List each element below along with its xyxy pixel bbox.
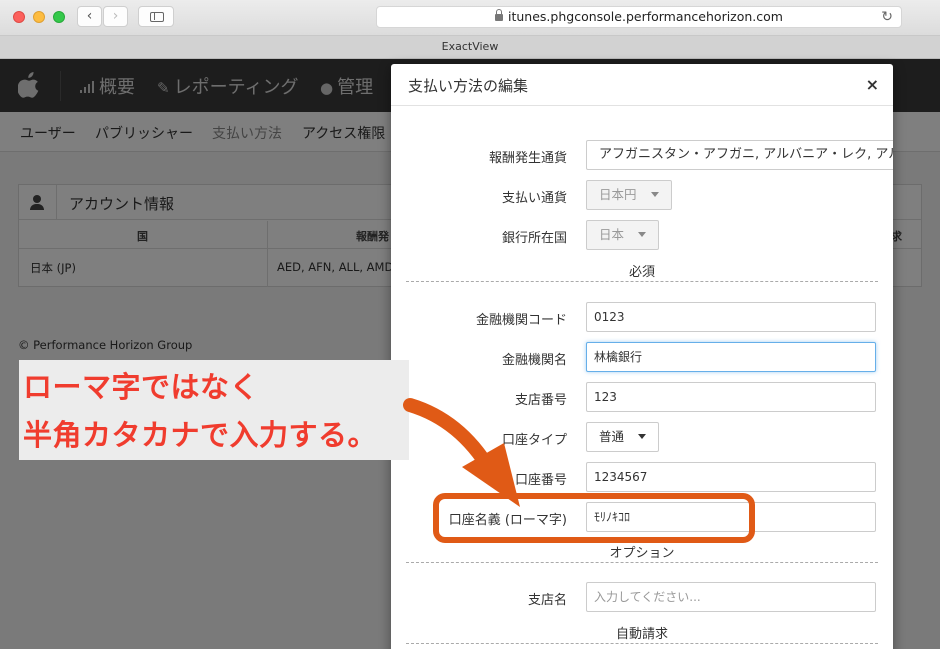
annotation-highlight-box <box>433 493 755 543</box>
url-text: itunes.phgconsole.performancehorizon.com <box>508 9 783 24</box>
tab-bar: ExactView <box>0 36 940 59</box>
tab-title[interactable]: ExactView <box>442 40 499 53</box>
caret-down-icon <box>638 232 647 237</box>
annotation-line-2: 半角カタカナで入力する。 <box>23 418 378 452</box>
section-required: 必須 <box>628 265 655 280</box>
bank-country-select: 日本 <box>586 220 660 250</box>
field-label: 銀行所在国 <box>501 231 567 246</box>
reload-icon[interactable]: ↻ <box>881 7 893 27</box>
field-label: 金融機関名 <box>501 353 567 368</box>
modal-title: 支払い方法の編集 <box>408 77 529 95</box>
annotation-callout: ローマ字ではなく 半角カタカナで入力する。 <box>19 360 409 460</box>
section-divider <box>406 643 878 644</box>
branch-number-input[interactable]: 123 <box>586 382 876 412</box>
close-window-button[interactable] <box>13 11 25 23</box>
select-value: 日本円 <box>599 187 637 202</box>
section-options: オプション <box>609 546 675 561</box>
bank-name-input[interactable]: 林檎銀行 <box>586 342 876 372</box>
minimize-window-button[interactable] <box>33 11 45 23</box>
reward-currency-multiselect[interactable]: アフガニスタン・アフガニ, アルバニア・レク, アルメ <box>586 140 893 170</box>
section-auto-billing: 自動請求 <box>615 627 668 642</box>
maximize-window-button[interactable] <box>53 11 65 23</box>
field-label: 金融機関コード <box>475 313 567 328</box>
account-type-select[interactable]: 普通 <box>586 422 660 452</box>
section-divider <box>406 562 878 563</box>
select-value: 日本 <box>599 227 625 242</box>
chevron-left-icon: ‹ <box>86 8 93 24</box>
modal-header: 支払い方法の編集 × <box>391 64 893 106</box>
field-label: 報酬発生通貨 <box>488 151 567 166</box>
section-divider <box>406 281 878 282</box>
address-bar[interactable]: itunes.phgconsole.performancehorizon.com… <box>376 6 902 28</box>
field-label: 支店名 <box>527 593 567 608</box>
close-icon[interactable]: × <box>866 75 879 94</box>
field-label: 支払い通貨 <box>501 191 567 206</box>
sidebar-icon <box>150 12 164 22</box>
caret-down-icon <box>650 192 659 197</box>
chevron-right-icon: › <box>112 8 119 24</box>
select-value: 普通 <box>599 429 625 444</box>
back-button[interactable]: ‹ <box>77 6 102 27</box>
edit-payment-method-modal: 支払い方法の編集 × 報酬発生通貨 アフガニスタン・アフガニ, アルバニア・レク… <box>391 64 893 649</box>
payment-currency-select: 日本円 <box>586 180 672 210</box>
caret-down-icon <box>638 434 647 439</box>
bank-code-input[interactable]: 0123 <box>586 302 876 332</box>
sidebar-toggle-button[interactable] <box>138 6 174 27</box>
account-number-input[interactable]: 1234567 <box>586 462 876 492</box>
annotation-line-1: ローマ字ではなく <box>23 370 260 404</box>
branch-name-input[interactable]: 入力してください... <box>586 582 876 612</box>
forward-button[interactable]: › <box>103 6 128 27</box>
lock-icon <box>495 9 504 21</box>
browser-toolbar: ‹ › itunes.phgconsole.performancehorizon… <box>0 0 940 36</box>
